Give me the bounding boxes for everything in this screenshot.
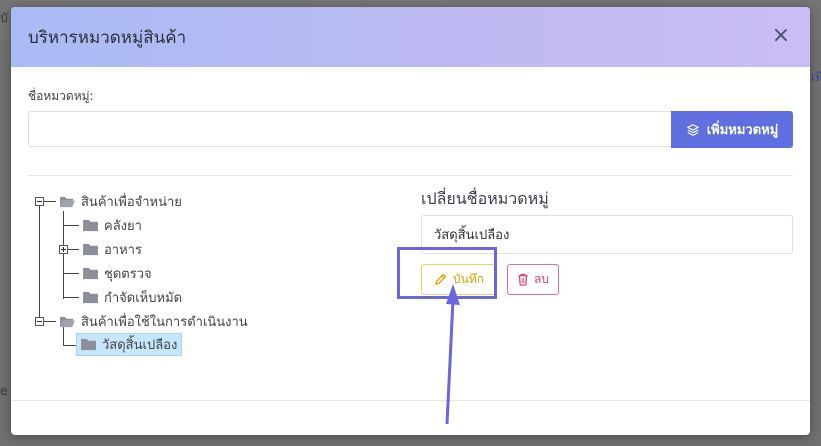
- tree-node-pharmacy[interactable]: คลังยา: [79, 215, 146, 236]
- tree-node-food[interactable]: อาหาร: [79, 239, 146, 260]
- annotation-highlight-box: [397, 247, 497, 299]
- add-category-button[interactable]: เพิ่มหมวดหมู่: [671, 111, 793, 148]
- tree-node-root-operations[interactable]: สินค้าเพื่อใช้ในการดำเนินงาน: [56, 311, 252, 332]
- footer-divider: [11, 400, 810, 401]
- rename-title: เปลี่ยนชื่อหมวดหมู่: [421, 189, 549, 208]
- tree-connector: [68, 249, 79, 250]
- tree-collapse-toggle[interactable]: [35, 317, 44, 326]
- layers-icon: [686, 123, 699, 136]
- delete-button-label: ลบ: [534, 272, 549, 286]
- section-divider: [28, 175, 793, 176]
- tree-node-root-sales[interactable]: สินค้าเพื่อจำหน่าย: [56, 191, 186, 212]
- tree-node-consumables[interactable]: วัสดุสิ้นเปลือง: [76, 333, 183, 356]
- tree-node-label: สินค้าเพื่อจำหน่าย: [81, 195, 182, 210]
- tree-connector: [39, 206, 40, 322]
- folder-icon: [83, 243, 98, 256]
- tree-node-label: สินค้าเพื่อใช้ในการดำเนินงาน: [81, 315, 248, 330]
- modal-title: บริหารหมวดหมู่สินค้า: [28, 28, 187, 48]
- tree-expand-toggle[interactable]: [59, 245, 68, 254]
- category-name-input[interactable]: [28, 111, 671, 147]
- tree-connector: [44, 201, 56, 202]
- tree-connector: [44, 321, 56, 322]
- tree-node-label: อาหาร: [104, 243, 142, 258]
- close-icon[interactable]: ×: [770, 25, 792, 47]
- folder-open-icon: [60, 316, 75, 328]
- category-management-modal: บริหารหมวดหมู่สินค้า × ชื่อหมวดหมู่: เพิ…: [11, 7, 810, 435]
- trash-icon: [518, 273, 528, 286]
- tree-node-label: วัสดุสิ้นเปลือง: [102, 338, 178, 353]
- folder-open-icon: [60, 196, 75, 208]
- tree-node-label: คลังยา: [104, 219, 142, 234]
- tree-node-label: ชุดตรวจ: [104, 267, 152, 282]
- background-right-fragment: เพิ่: [811, 70, 821, 84]
- folder-icon: [83, 267, 98, 280]
- delete-button[interactable]: ลบ: [507, 264, 559, 295]
- folder-icon: [81, 338, 96, 351]
- add-category-label: เพิ่มหมวดหมู่: [706, 123, 779, 138]
- category-name-label: ชื่อหมวดหมู่:: [28, 89, 94, 103]
- tree-connector: [63, 297, 79, 298]
- tree-connector: [63, 225, 79, 226]
- tree-node-label: กำจัดเห็บหมัด: [104, 291, 183, 306]
- tree-connector: [63, 345, 76, 346]
- tree-collapse-toggle[interactable]: [35, 197, 44, 206]
- tree-node-flea-tick[interactable]: กำจัดเห็บหมัด: [79, 287, 186, 308]
- modal-header: บริหารหมวดหมู่สินค้า ×: [11, 7, 810, 67]
- folder-icon: [83, 291, 98, 304]
- folder-icon: [83, 219, 98, 232]
- background-left-fragment: บั: [0, 11, 8, 25]
- tree-node-test-kits[interactable]: ชุดตรวจ: [79, 263, 156, 284]
- tree-connector: [63, 273, 79, 274]
